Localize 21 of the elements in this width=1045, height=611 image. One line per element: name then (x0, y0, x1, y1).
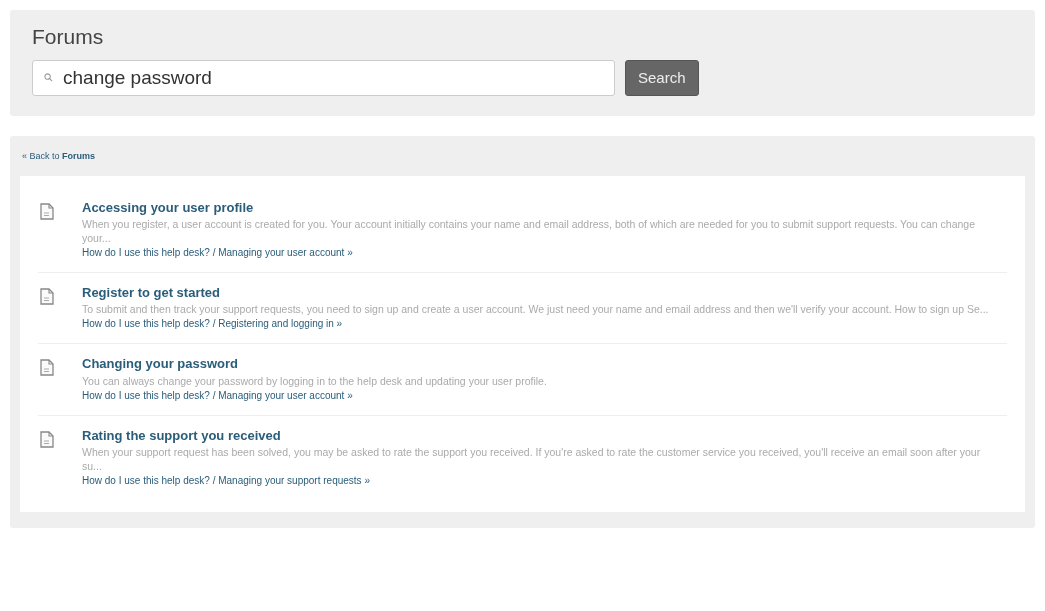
breadcrumb-link[interactable]: How do I use this help desk? / Managing your user account » (82, 246, 353, 260)
document-icon (40, 288, 54, 305)
document-icon (40, 359, 54, 377)
document-icon (40, 202, 54, 220)
page-title: Forums (32, 24, 105, 50)
search-field[interactable]: change password (32, 60, 615, 97)
result-snippet: When you register, a user account is created for you. Your account initially contains your name and email address, both of which are needed for you to submit support requests. You can change your... (82, 217, 977, 245)
breadcrumb-link[interactable]: How do I use this help desk? / Registering and logging in » (82, 317, 343, 332)
result-title-link[interactable]: Rating the support you received (82, 427, 281, 444)
result-snippet: You can always change your password by logging in to the help desk and updating your user profile. (82, 373, 548, 388)
breadcrumb-link[interactable]: How do I use this help desk? / Managing your support requests » (82, 473, 370, 488)
search-button[interactable]: Search (625, 60, 699, 97)
result-snippet: When your support request has been solved, you may be asked to rate the support you received. If you're asked to rate the customer service you received, you'll receive an email soon after your su... (82, 444, 982, 473)
back-link[interactable]: « Back to Forums (20, 150, 1025, 164)
document-icon (40, 430, 54, 448)
breadcrumb-link[interactable]: How do I use this help desk? / Managing your user account » (82, 388, 353, 403)
result-title-link[interactable]: Accessing your user profile (82, 199, 254, 216)
search-icon (44, 73, 53, 83)
result-title-link[interactable]: Register to get started (82, 285, 220, 302)
result-snippet: To submit and then track your support requests, you need to sign up and create a user account. We just need your name and email address and then we'll verify your account. How to sign up Se... (82, 302, 990, 317)
result-title-link[interactable]: Changing your password (82, 356, 238, 373)
